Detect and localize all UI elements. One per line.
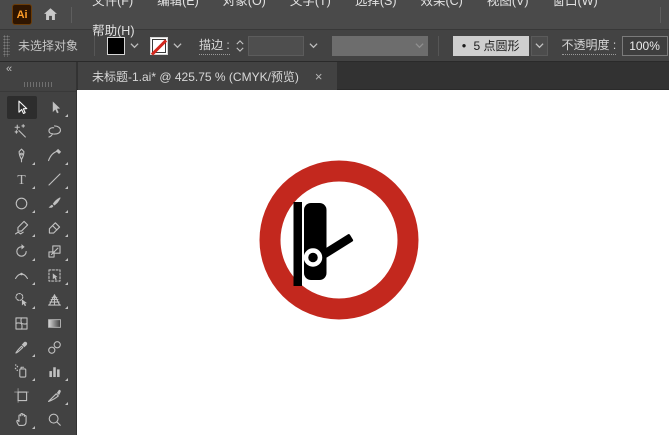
- width-profile-select: [331, 35, 428, 56]
- menu-edit[interactable]: 编辑(E): [145, 0, 211, 15]
- menu-effect[interactable]: 效果(C): [408, 0, 474, 15]
- fill-color-chevron-down-icon[interactable]: [126, 36, 142, 56]
- stroke-none-swatch[interactable]: [150, 36, 168, 55]
- menu-window[interactable]: 窗口(W): [541, 0, 610, 15]
- collapse-tools-icon[interactable]: «: [6, 63, 12, 75]
- stroke-width-stepper[interactable]: [236, 39, 244, 52]
- width-profile-value: [331, 35, 412, 56]
- perspective-grid-tool[interactable]: [40, 288, 70, 311]
- free-transform-tool[interactable]: [40, 264, 70, 287]
- menubar: Ai 文件(F) 编辑(E) 对象(O) 文字(T) 选择(S) 效果(C) 视图(V) 窗口…: [0, 0, 669, 38]
- document-tab[interactable]: 未标题-1.ai* @ 425.75 % (CMYK/预览) ×: [78, 62, 337, 90]
- document-tab-title: 未标题-1.ai* @ 425.75 % (CMYK/预览): [92, 69, 299, 84]
- lasso-tool[interactable]: [40, 120, 70, 143]
- selection-status: 未选择对象: [18, 39, 79, 53]
- tools-grid: T: [0, 92, 76, 431]
- stroke-panel-link[interactable]: 描边 :: [199, 36, 230, 55]
- workspace: 未标题-1.ai* @ 425.75 % (CMYK/预览) ×: [77, 62, 669, 435]
- document-tabbar: 未标题-1.ai* @ 425.75 % (CMYK/预览) ×: [77, 62, 669, 90]
- eyedropper-tool[interactable]: [7, 336, 37, 359]
- stroke-color-chevron-down-icon[interactable]: [169, 36, 185, 56]
- fill-color-swatch[interactable]: [107, 36, 125, 55]
- svg-text:T: T: [17, 172, 26, 187]
- line-segment-tool[interactable]: [40, 168, 70, 191]
- opacity-input[interactable]: 100%: [622, 35, 669, 56]
- width-tool[interactable]: [7, 264, 37, 287]
- pen-tool[interactable]: [7, 144, 37, 167]
- brush-definition-value: 5 点圆形: [473, 39, 520, 53]
- canvas[interactable]: [77, 90, 669, 435]
- home-icon[interactable]: [38, 2, 63, 28]
- width-profile-chevron-down-icon: [411, 35, 428, 56]
- hand-tool[interactable]: [7, 408, 37, 431]
- scale-tool[interactable]: [40, 240, 70, 263]
- tools-panel-header: «: [0, 62, 76, 92]
- eraser-tool[interactable]: [40, 216, 70, 239]
- menu-object[interactable]: 对象(O): [211, 0, 278, 15]
- stroke-width-select[interactable]: [247, 35, 322, 56]
- stroke-width-value[interactable]: [247, 35, 304, 56]
- curvature-tool[interactable]: [40, 144, 70, 167]
- ellipse-tool[interactable]: [7, 192, 37, 215]
- direct-selection-tool[interactable]: [40, 96, 70, 119]
- stroke-width-chevron-down-icon[interactable]: [306, 36, 322, 56]
- controlbar-divider: [94, 35, 95, 56]
- illustrator-app: Ai 文件(F) 编辑(E) 对象(O) 文字(T) 选择(S) 效果(C) 视图(V) 窗口…: [0, 0, 669, 435]
- blend-tool[interactable]: [40, 336, 70, 359]
- type-tool[interactable]: T: [7, 168, 37, 191]
- shaper-tool[interactable]: [7, 216, 37, 239]
- tools-panel: « T: [0, 62, 77, 435]
- menubar-divider-right: [660, 6, 661, 23]
- paintbrush-tool[interactable]: [40, 192, 70, 215]
- magic-wand-tool[interactable]: [7, 120, 37, 143]
- illustrator-logo-icon: Ai: [12, 4, 33, 25]
- brush-chevron-down-icon[interactable]: [530, 35, 548, 56]
- zoom-tool[interactable]: [40, 408, 70, 431]
- controlbar-divider-2: [437, 35, 439, 56]
- shape-builder-tool[interactable]: [7, 288, 37, 311]
- menu-view[interactable]: 视图(V): [475, 0, 541, 15]
- opacity-panel-link[interactable]: 不透明度 :: [561, 36, 617, 55]
- brush-bullet-icon: ●: [461, 41, 467, 50]
- mesh-tool[interactable]: [7, 312, 37, 335]
- controlbar-drag-handle[interactable]: [3, 34, 10, 57]
- brush-definition-select[interactable]: ● 5 点圆形: [452, 35, 529, 56]
- menu-select[interactable]: 选择(S): [343, 0, 409, 15]
- menu-type[interactable]: 文字(T): [278, 0, 343, 15]
- tools-drag-handle[interactable]: [24, 82, 52, 87]
- close-tab-icon[interactable]: ×: [313, 70, 325, 83]
- selection-tool[interactable]: [6, 95, 37, 119]
- column-graph-tool[interactable]: [40, 360, 70, 383]
- gradient-tool[interactable]: [40, 312, 70, 335]
- menu-file[interactable]: 文件(F): [80, 0, 145, 15]
- prohibition-sign-artwork[interactable]: [259, 160, 419, 320]
- rotate-tool[interactable]: [7, 240, 37, 263]
- slice-tool[interactable]: [40, 384, 70, 407]
- menubar-divider: [71, 6, 73, 23]
- artboard-tool[interactable]: [7, 384, 37, 407]
- symbol-sprayer-tool[interactable]: [7, 360, 37, 383]
